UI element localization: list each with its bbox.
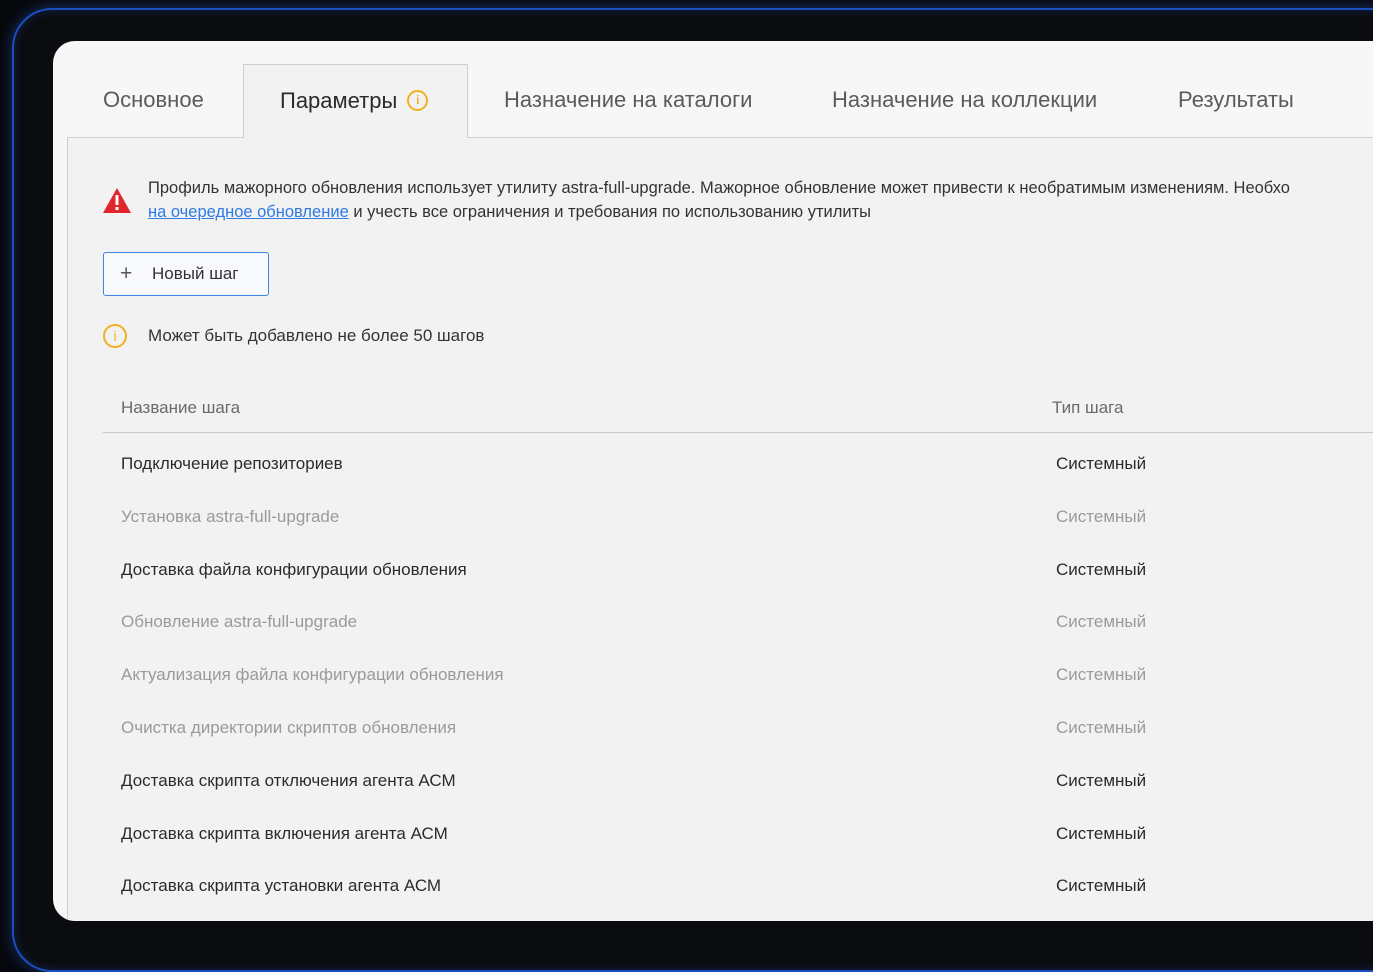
table-row[interactable]: Доставка скрипта включения агента АСМ Сис… bbox=[103, 816, 1373, 869]
new-step-label: Новый шаг bbox=[152, 264, 239, 283]
table-row[interactable]: Обновление astra-full-upgrade Системный bbox=[103, 604, 1373, 657]
plus-icon: + bbox=[120, 262, 133, 285]
step-type-cell: Системный bbox=[1056, 612, 1147, 632]
tab-bar: Основное Параметры i Назначение на катало… bbox=[67, 64, 1373, 138]
step-type-cell: Системный bbox=[1056, 454, 1147, 473]
step-name-cell: Доставка файла конфигурации обновления bbox=[121, 559, 467, 579]
parameters-panel: Профиль мажорного обновления использует … bbox=[67, 137, 1373, 921]
table-row[interactable]: Очистка директории скриптов обновления Си… bbox=[103, 710, 1373, 763]
alert-line-2-text: и учесть все ограничения и требования по… bbox=[348, 203, 872, 221]
new-step-button[interactable]: + Новый шаг bbox=[103, 252, 269, 296]
info-icon: i bbox=[407, 89, 429, 111]
table-row[interactable]: Подключение репозиториев Системный bbox=[103, 446, 1373, 499]
column-header-name[interactable]: Название шага bbox=[121, 398, 240, 418]
step-type-cell: Системный bbox=[1056, 506, 1147, 526]
step-type-cell: Системный bbox=[1056, 665, 1147, 685]
upgrade-warning-alert: Профиль мажорного обновления использует … bbox=[148, 176, 1290, 224]
tab-results[interactable]: Результаты bbox=[1178, 64, 1294, 137]
alert-line-1: Профиль мажорного обновления использует … bbox=[148, 179, 1290, 197]
step-name-cell: Доставка скрипта установки агента АСМ bbox=[121, 876, 442, 896]
step-type-cell: Системный bbox=[1056, 717, 1147, 737]
step-name-cell: Подключение репозиториев bbox=[121, 454, 343, 473]
step-limit-notice: Может быть добавлено не более 50 шагов bbox=[148, 326, 485, 345]
table-row[interactable]: Доставка файла конфигурации обновления Си… bbox=[103, 552, 1373, 605]
step-type-cell: Системный bbox=[1056, 559, 1147, 579]
warning-triangle-icon bbox=[103, 188, 131, 213]
steps-table-body: Подключение репозиториев Системный Установ… bbox=[103, 446, 1373, 921]
tab-catalog-assignment[interactable]: Назначение на каталоги bbox=[504, 64, 752, 137]
tab-basic[interactable]: Основное bbox=[103, 64, 204, 137]
step-name-cell: Актуализация файла конфигурации обновлен… bbox=[121, 665, 504, 685]
step-name-cell: Очистка директории скриптов обновления bbox=[121, 717, 457, 737]
step-name-cell: Доставка скрипта включения агента АСМ bbox=[121, 823, 448, 843]
step-type-cell: Системный bbox=[1056, 770, 1147, 790]
column-header-type[interactable]: Тип шага bbox=[1052, 398, 1123, 418]
steps-table-header: Название шага Тип шага bbox=[103, 388, 1373, 433]
table-row[interactable]: Доставка скрипта отключения агента АСМ Си… bbox=[103, 763, 1373, 816]
table-row[interactable]: Доставка скрипта установки агента АСМ Сис… bbox=[103, 868, 1373, 921]
tab-collection-assignment[interactable]: Назначение на коллекции bbox=[832, 64, 1097, 137]
step-name-cell: Доставка скрипта отключения агента АСМ bbox=[121, 770, 456, 790]
alert-line-2: на очередное обновление и учесть все огр… bbox=[148, 200, 1290, 224]
next-update-link[interactable]: на очередное обновление bbox=[148, 203, 349, 221]
step-type-cell: Системный bbox=[1056, 876, 1147, 896]
step-name-cell: Установка astra-full-upgrade bbox=[121, 506, 340, 526]
info-circle-icon: i bbox=[103, 324, 127, 348]
tab-parameters[interactable]: Параметры i bbox=[243, 64, 468, 138]
tab-parameters-label: Параметры bbox=[280, 88, 398, 113]
step-type-cell: Системный bbox=[1056, 823, 1147, 843]
table-row[interactable]: Установка astra-full-upgrade Системный bbox=[103, 499, 1373, 552]
app-window: Основное Параметры i Назначение на катало… bbox=[53, 41, 1373, 921]
table-row[interactable]: Актуализация файла конфигурации обновлен… bbox=[103, 657, 1373, 710]
step-name-cell: Обновление astra-full-upgrade bbox=[121, 612, 358, 632]
